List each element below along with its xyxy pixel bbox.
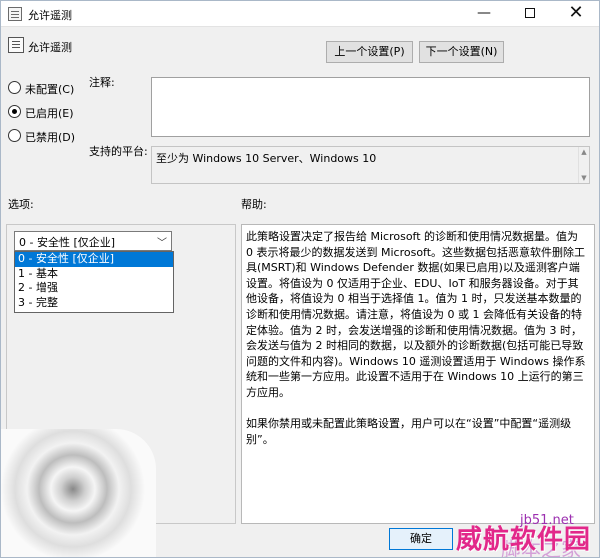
help-label: 帮助: (241, 198, 267, 211)
next-setting-button[interactable]: 下一个设置(N) (419, 41, 504, 63)
select-value: 0 - 安全性 [仅企业] (19, 236, 116, 249)
maximize-button[interactable] (507, 1, 553, 27)
watermark-main: 威航软件园 (456, 525, 592, 555)
policy-setting-icon (8, 7, 22, 21)
scroll-down-icon[interactable]: ▼ (579, 173, 589, 183)
radio-circle[interactable] (8, 129, 21, 142)
radio-label: 已启用(E) (25, 107, 74, 120)
policy-setting-icon (8, 37, 24, 53)
dropdown-item[interactable]: 0 - 安全性 [仅企业] (15, 252, 173, 267)
maximize-icon (525, 8, 535, 18)
close-button[interactable]: ✕ (553, 1, 599, 27)
radio-label: 未配置(C) (25, 83, 75, 96)
window-title: 允许遥测 (28, 9, 72, 22)
dropdown-item[interactable]: 3 - 完整 (15, 296, 173, 311)
dropdown-item[interactable]: 2 - 增强 (15, 281, 173, 296)
title-bar: 允许遥测 — ✕ (1, 1, 599, 27)
radio-label: 已禁用(D) (25, 131, 76, 144)
telemetry-level-select[interactable]: 0 - 安全性 [仅企业] ﹀ (14, 231, 172, 251)
platform-field: 至少为 Windows 10 Server、Windows 10 ▲ ▼ (151, 146, 590, 184)
scroll-up-icon[interactable]: ▲ (579, 147, 589, 157)
comment-label: 注释: (89, 76, 115, 89)
comment-textarea[interactable] (151, 77, 590, 137)
dropdown-item[interactable]: 1 - 基本 (15, 267, 173, 282)
radio-circle[interactable] (8, 105, 21, 118)
platform-scrollbar[interactable]: ▲ ▼ (578, 147, 589, 183)
ok-button[interactable]: 确定 (389, 528, 453, 550)
minimize-button[interactable]: — (461, 1, 507, 27)
setting-name: 允许遥测 (28, 41, 72, 54)
chevron-down-icon[interactable]: ﹀ (157, 234, 167, 249)
watermark-swirl (1, 429, 156, 557)
previous-setting-button[interactable]: 上一个设置(P) (326, 41, 413, 63)
help-paragraph: 此策略设置决定了报告给 Microsoft 的诊断和使用情况数据量。值为 0 表… (246, 230, 586, 399)
radio-circle[interactable] (8, 81, 21, 94)
platform-label: 支持的平台: (89, 145, 148, 158)
options-label: 选项: (8, 198, 34, 211)
help-text-panel: 此策略设置决定了报告给 Microsoft 的诊断和使用情况数据量。值为 0 表… (241, 224, 595, 524)
telemetry-level-dropdown: 0 - 安全性 [仅企业] 1 - 基本 2 - 增强 3 - 完整 (14, 251, 174, 313)
platform-value: 至少为 Windows 10 Server、Windows 10 (156, 152, 377, 165)
policy-dialog: 允许遥测 — ✕ 允许遥测 上一个设置(P) 下一个设置(N) 未配置(C) 已… (0, 0, 600, 558)
help-paragraph: 如果你禁用或未配置此策略设置，用户可以在“设置”中配置“遥测级别”。 (246, 417, 572, 446)
